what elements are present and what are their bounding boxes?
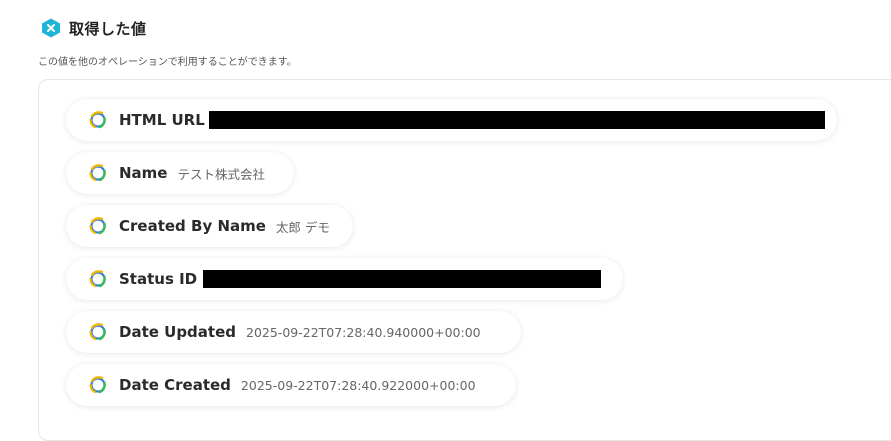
integration-app-icon [89,376,106,394]
field-value: 太郎 デモ [275,219,330,235]
field-value: テスト株式会社 [177,166,265,182]
section-description: この値を他のオペレーションで利用することができます。 [38,57,297,68]
field-value: 2025-09-22T07:28:40.940000+00:00 [246,324,481,340]
field-name[interactable]: Name テスト株式会社 [66,152,294,194]
field-status-id[interactable]: Status ID [66,258,623,300]
integration-app-icon [89,111,106,129]
field-value: 2025-09-22T07:28:40.922000+00:00 [240,377,476,393]
field-html-url[interactable]: HTML URL [66,99,837,141]
field-created-by-name[interactable]: Created By Name 太郎 デモ [66,205,353,247]
field-label: Created By Name [119,217,266,235]
field-label: Name [119,164,168,182]
integration-app-icon [89,217,106,235]
integration-app-icon [89,323,106,341]
redacted-value [208,111,825,129]
field-date-updated[interactable]: Date Updated 2025-09-22T07:28:40.940000+… [66,311,521,353]
integration-app-icon [89,164,106,182]
x-badge-icon [42,18,60,38]
field-date-created[interactable]: Date Created 2025-09-22T07:28:40.922000+… [66,364,516,406]
integration-app-icon [89,270,106,288]
redacted-value [203,270,602,288]
field-label: Date Created [119,376,231,394]
field-label: Date Updated [119,323,236,341]
field-label: Status ID [119,270,198,288]
field-label: HTML URL [119,111,205,129]
section-title: 取得した値 [69,19,147,38]
section-header: 取得した値 [40,17,147,39]
